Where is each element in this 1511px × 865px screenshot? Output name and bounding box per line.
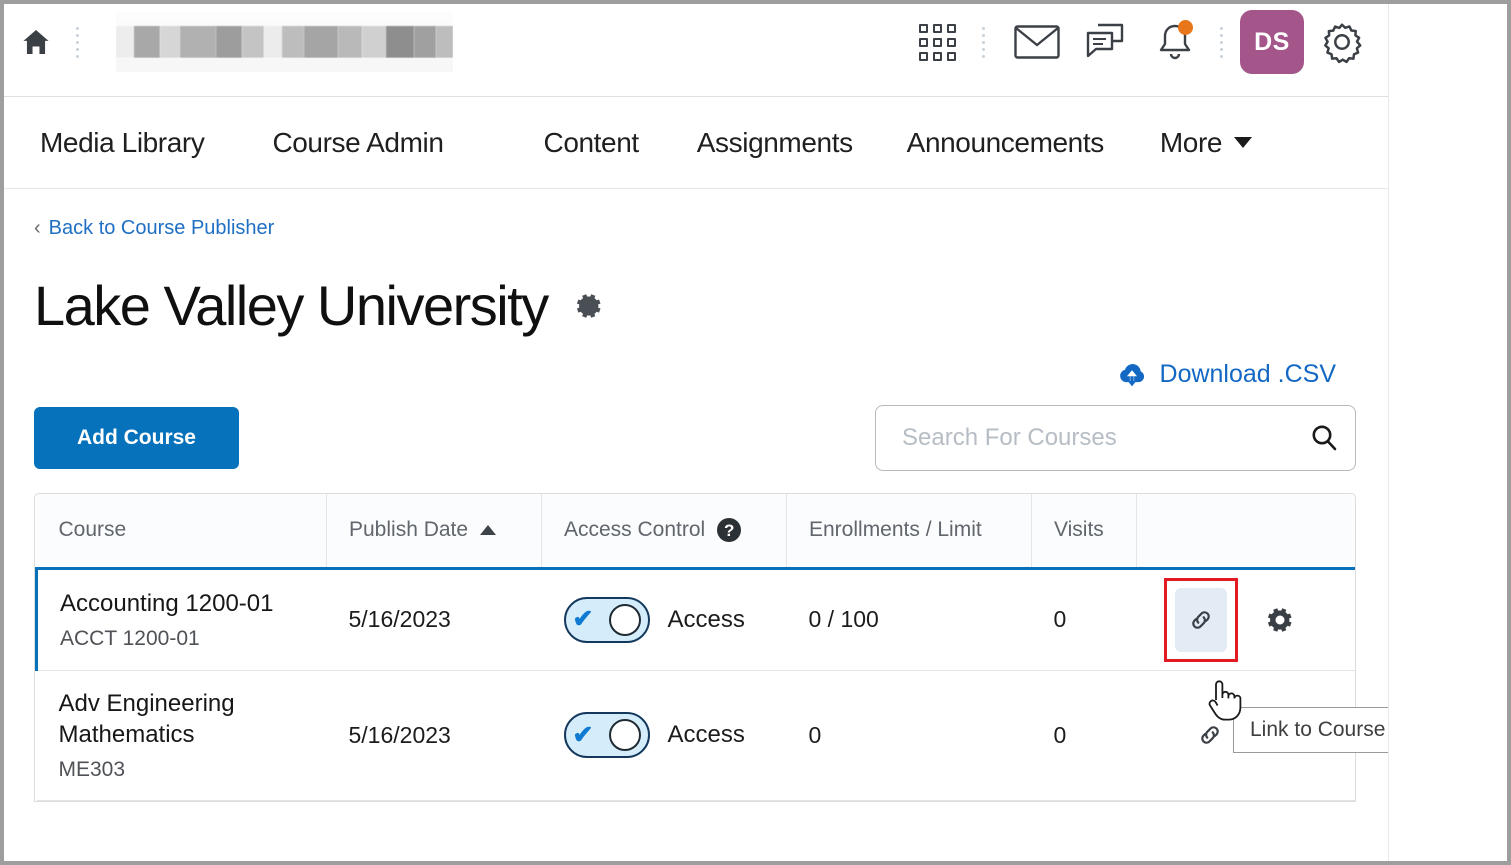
- back-to-course-publisher-link[interactable]: Back to Course Publisher: [49, 217, 275, 240]
- nav-item-more-label: More: [1159, 126, 1223, 158]
- cell-visits: 0: [1031, 566, 1137, 671]
- top-header-bar: DS: [4, 4, 1388, 97]
- access-toggle-label: Access: [667, 721, 745, 748]
- toggle-knob: [608, 603, 641, 636]
- link-to-course-highlight: [1163, 577, 1238, 662]
- notifications-bell-icon[interactable]: [1148, 15, 1202, 69]
- page-title: Lake Valley University: [34, 274, 549, 337]
- header-divider-dots-2: [980, 22, 986, 62]
- cloud-download-icon: [1117, 361, 1147, 389]
- link-to-course-icon[interactable]: [1174, 587, 1227, 652]
- column-header-access-control[interactable]: Access Control ?: [541, 494, 787, 569]
- avatar-initials: DS: [1254, 27, 1290, 56]
- cell-enrollments: 0: [786, 670, 1032, 801]
- access-toggle[interactable]: ✔: [563, 712, 650, 758]
- breadcrumb: ‹ Back to Course Publisher: [4, 189, 1388, 240]
- check-icon: ✔: [572, 605, 594, 633]
- help-question-icon[interactable]: ?: [717, 518, 742, 543]
- table-row[interactable]: Accounting 1200-01 ACCT 1200-01 5/16/202…: [35, 566, 1355, 671]
- course-nav-bar: Media Library Course Admin Content Assig…: [4, 97, 1388, 189]
- header-divider-dots-3: [1218, 22, 1224, 62]
- cell-access-control: ✔ Access: [541, 566, 787, 671]
- home-icon[interactable]: [14, 20, 58, 64]
- toggle-knob: [608, 719, 641, 751]
- chevron-left-icon: ‹: [34, 217, 41, 239]
- download-csv-link[interactable]: Download .CSV: [1117, 360, 1336, 389]
- avatar[interactable]: DS: [1240, 10, 1304, 74]
- column-header-course-label: Course: [58, 518, 127, 542]
- cell-publish-date: 5/16/2023: [326, 566, 542, 671]
- main-content: ‹ Back to Course Publisher Lake Valley U…: [4, 189, 1388, 802]
- blurred-course-title: [116, 12, 453, 72]
- org-settings-gear-icon[interactable]: [574, 291, 604, 321]
- row-settings-gear-icon[interactable]: [1257, 597, 1303, 643]
- nav-item-assignments[interactable]: Assignments: [675, 127, 875, 159]
- course-code: ME303: [58, 758, 126, 782]
- message-icon[interactable]: [1078, 15, 1132, 69]
- add-course-button[interactable]: Add Course: [34, 407, 239, 469]
- check-icon: ✔: [572, 720, 594, 749]
- download-csv-label: Download .CSV: [1159, 360, 1336, 388]
- table-actions-row: Add Course: [4, 389, 1388, 471]
- column-header-publish-date[interactable]: Publish Date: [326, 494, 542, 569]
- column-header-enrollments-label: Enrollments / Limit: [809, 518, 982, 542]
- email-icon[interactable]: [1010, 15, 1064, 69]
- nav-item-content[interactable]: Content: [522, 127, 661, 159]
- column-header-course[interactable]: Course: [36, 494, 327, 569]
- notification-badge-dot: [1178, 20, 1193, 35]
- column-header-enrollments[interactable]: Enrollments / Limit: [786, 494, 1032, 569]
- courses-table-wrapper: Course Publish Date Access Control ? Enr…: [34, 493, 1356, 802]
- column-header-visits[interactable]: Visits: [1031, 494, 1137, 569]
- cell-visits: 0: [1031, 670, 1137, 801]
- cell-course: Accounting 1200-01 ACCT 1200-01: [35, 566, 327, 671]
- cell-course: Adv Engineering Mathematics ME303: [36, 670, 327, 801]
- course-name: Adv Engineering Mathematics: [58, 689, 235, 748]
- search-box: [875, 405, 1356, 471]
- cell-enrollments: 0 / 100: [786, 566, 1032, 671]
- courses-table: Course Publish Date Access Control ? Enr…: [35, 494, 1355, 801]
- access-toggle-label: Access: [667, 605, 745, 633]
- cell-access-control: ✔ Access: [541, 670, 787, 801]
- table-header-row: Course Publish Date Access Control ? Enr…: [36, 494, 1355, 569]
- column-header-visits-label: Visits: [1054, 518, 1104, 542]
- sort-ascending-icon: [480, 525, 497, 536]
- tooltip-link-to-course: Link to Course: [1233, 707, 1388, 753]
- cell-publish-date: 5/16/2023: [326, 670, 542, 801]
- cell-actions: [1136, 566, 1355, 671]
- nav-item-more[interactable]: More: [1138, 127, 1274, 159]
- waffle-menu-icon[interactable]: [910, 15, 964, 69]
- nav-item-media-library[interactable]: Media Library: [18, 127, 226, 159]
- search-icon[interactable]: [1306, 420, 1342, 456]
- course-code: ACCT 1200-01: [60, 627, 200, 651]
- course-name: Accounting 1200-01: [60, 589, 274, 617]
- download-csv-row: Download .CSV: [4, 334, 1388, 389]
- chevron-down-icon: [1234, 137, 1253, 148]
- link-to-course-icon[interactable]: [1187, 712, 1233, 758]
- access-toggle[interactable]: ✔: [563, 596, 650, 643]
- column-header-publish-date-label: Publish Date: [349, 518, 469, 542]
- table-row[interactable]: Adv Engineering Mathematics ME303 5/16/2…: [36, 670, 1355, 801]
- screenshot-frame: DS Media Library Course Admin Content As…: [0, 0, 1511, 865]
- nav-item-announcements[interactable]: Announcements: [885, 127, 1126, 159]
- column-header-actions: [1136, 494, 1355, 569]
- column-header-access-control-label: Access Control: [564, 518, 706, 542]
- page-title-row: Lake Valley University: [4, 240, 1388, 334]
- header-divider-dots: [74, 22, 80, 62]
- search-input[interactable]: [875, 405, 1356, 471]
- app-page: DS Media Library Course Admin Content As…: [4, 4, 1389, 861]
- settings-gear-icon[interactable]: [1314, 14, 1370, 70]
- nav-item-course-admin[interactable]: Course Admin: [250, 127, 465, 159]
